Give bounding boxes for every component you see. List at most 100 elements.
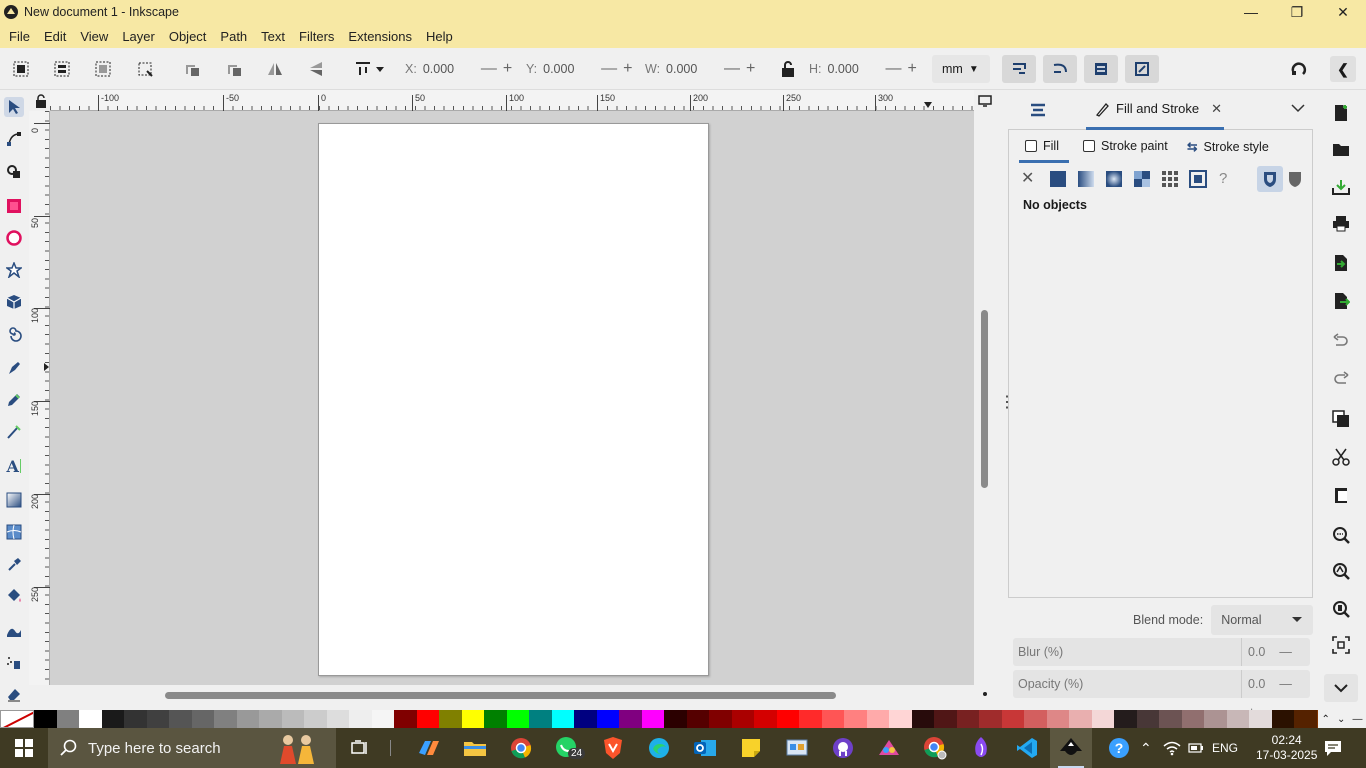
blur-value[interactable]: 0.0—+ bbox=[1241, 638, 1311, 687]
color-swatch[interactable] bbox=[911, 710, 934, 728]
more-commands-button[interactable] bbox=[1324, 674, 1358, 702]
menu-object[interactable]: Object bbox=[162, 29, 214, 44]
color-swatch[interactable] bbox=[754, 710, 777, 728]
palette-menu-icon[interactable]: — bbox=[1352, 714, 1362, 725]
tab-fill[interactable]: Fill bbox=[1025, 139, 1059, 153]
color-swatch[interactable] bbox=[619, 710, 642, 728]
color-swatch[interactable] bbox=[1181, 710, 1204, 728]
color-swatch[interactable] bbox=[551, 710, 574, 728]
fill-rule-evenodd-icon[interactable] bbox=[1257, 166, 1283, 192]
rectangle-tool-icon[interactable] bbox=[4, 196, 24, 216]
y-coordinate-field[interactable]: Y: 0.000 —+ bbox=[526, 57, 638, 81]
color-swatch[interactable] bbox=[596, 710, 619, 728]
taskbar-search-box[interactable]: Type here to search bbox=[48, 728, 336, 768]
color-swatch[interactable] bbox=[956, 710, 979, 728]
chrome-profile-icon[interactable] bbox=[920, 734, 950, 762]
color-swatch[interactable] bbox=[889, 710, 912, 728]
inkscape-taskbar-icon[interactable] bbox=[1050, 728, 1092, 768]
color-swatch[interactable] bbox=[1024, 710, 1047, 728]
menu-view[interactable]: View bbox=[73, 29, 115, 44]
battery-icon[interactable] bbox=[1188, 728, 1204, 768]
color-swatch[interactable] bbox=[349, 710, 372, 728]
color-swatch[interactable] bbox=[1069, 710, 1092, 728]
pen-tool-icon[interactable] bbox=[4, 358, 24, 378]
color-swatch[interactable] bbox=[1001, 710, 1024, 728]
select-all-layers-icon[interactable] bbox=[51, 58, 73, 80]
move-patterns-icon[interactable] bbox=[1125, 55, 1159, 83]
undo-icon[interactable] bbox=[1330, 330, 1352, 352]
language-indicator[interactable]: ENG bbox=[1212, 728, 1238, 768]
github-icon[interactable] bbox=[828, 734, 858, 762]
ellipse-tool-icon[interactable] bbox=[4, 228, 24, 248]
dialogs-menu-icon[interactable] bbox=[1028, 101, 1048, 122]
paint-bucket-tool-icon[interactable] bbox=[4, 586, 24, 606]
tab-stroke-style[interactable]: ⇆ Stroke style bbox=[1187, 139, 1269, 155]
menu-edit[interactable]: Edit bbox=[37, 29, 73, 44]
blend-mode-dropdown[interactable]: Normal bbox=[1211, 605, 1314, 635]
w-value[interactable]: 0.000 bbox=[664, 57, 724, 81]
copy-icon[interactable] bbox=[1330, 408, 1352, 430]
star-tool-icon[interactable] bbox=[4, 260, 24, 280]
help-tray-icon[interactable]: ? bbox=[1108, 728, 1130, 768]
scale-stroke-icon[interactable] bbox=[1002, 55, 1036, 83]
snap-popover-button[interactable]: ❮ bbox=[1330, 56, 1356, 82]
color-swatch[interactable] bbox=[1046, 710, 1069, 728]
select-all-icon[interactable] bbox=[10, 58, 32, 80]
radial-gradient-icon[interactable] bbox=[1105, 170, 1123, 188]
vertical-ruler[interactable]: 0 50 100 150 200 250 bbox=[29, 111, 50, 685]
h-value[interactable]: 0.000 bbox=[826, 57, 886, 81]
color-swatch[interactable] bbox=[461, 710, 484, 728]
copilot-icon[interactable] bbox=[414, 734, 444, 762]
document-page[interactable] bbox=[318, 123, 709, 676]
unset-paint-icon[interactable]: ? bbox=[1219, 170, 1237, 188]
pattern-icon[interactable] bbox=[1161, 170, 1179, 188]
opacity-slider[interactable]: Opacity (%) 0.0—+ bbox=[1013, 670, 1310, 719]
x-value[interactable]: 0.000 bbox=[421, 57, 481, 81]
redo-icon[interactable] bbox=[1330, 368, 1352, 390]
rotate-cw-icon[interactable] bbox=[223, 58, 245, 80]
color-swatch[interactable] bbox=[844, 710, 867, 728]
flat-color-icon[interactable] bbox=[1049, 170, 1067, 188]
tab-stroke-paint[interactable]: Stroke paint bbox=[1083, 139, 1168, 153]
vertical-scrollbar[interactable] bbox=[981, 310, 988, 488]
spray-tool-icon[interactable] bbox=[4, 652, 24, 672]
color-swatch[interactable] bbox=[101, 710, 124, 728]
w-stepper[interactable]: —+ bbox=[724, 60, 761, 78]
clock[interactable]: 02:24 17-03-2025 bbox=[1256, 728, 1317, 768]
color-swatch[interactable] bbox=[304, 710, 327, 728]
flip-vertical-icon[interactable] bbox=[305, 58, 327, 80]
text-tool-icon[interactable]: A bbox=[4, 456, 24, 476]
h-stepper[interactable]: —+ bbox=[886, 60, 923, 78]
color-swatch[interactable] bbox=[281, 710, 304, 728]
drawing-canvas[interactable] bbox=[50, 111, 974, 685]
color-swatch[interactable] bbox=[371, 710, 394, 728]
calligraphy-tool-icon[interactable] bbox=[4, 422, 24, 442]
color-swatch[interactable] bbox=[34, 710, 57, 728]
whatsapp-icon[interactable]: 24 bbox=[552, 734, 586, 762]
menu-filters[interactable]: Filters bbox=[292, 29, 341, 44]
wifi-icon[interactable] bbox=[1163, 728, 1181, 768]
color-swatch[interactable] bbox=[821, 710, 844, 728]
paint-app-icon[interactable] bbox=[874, 734, 904, 762]
color-swatch[interactable] bbox=[731, 710, 754, 728]
color-swatch[interactable] bbox=[529, 710, 552, 728]
horizontal-scrollbar[interactable] bbox=[165, 692, 836, 699]
x-stepper[interactable]: —+ bbox=[481, 60, 518, 78]
color-swatch[interactable] bbox=[776, 710, 799, 728]
color-swatch[interactable] bbox=[56, 710, 79, 728]
color-swatch[interactable] bbox=[439, 710, 462, 728]
unit-dropdown[interactable]: mm ▼ bbox=[932, 55, 990, 83]
color-swatch[interactable] bbox=[664, 710, 687, 728]
zoom-center-icon[interactable] bbox=[1330, 634, 1352, 656]
brave-icon[interactable] bbox=[598, 734, 628, 762]
zoom-drawing-icon[interactable] bbox=[1330, 560, 1352, 582]
move-gradients-icon[interactable] bbox=[1084, 55, 1118, 83]
palette-scroll-down-icon[interactable]: ⌄ bbox=[1337, 714, 1345, 725]
gradient-tool-icon[interactable] bbox=[4, 490, 24, 510]
color-swatch[interactable] bbox=[1294, 710, 1317, 728]
color-swatch[interactable] bbox=[686, 710, 709, 728]
save-icon[interactable] bbox=[1330, 176, 1352, 198]
start-button[interactable] bbox=[0, 728, 48, 768]
close-button[interactable]: ✕ bbox=[1320, 0, 1366, 24]
show-hidden-icons-icon[interactable]: ⌃ bbox=[1140, 728, 1152, 768]
